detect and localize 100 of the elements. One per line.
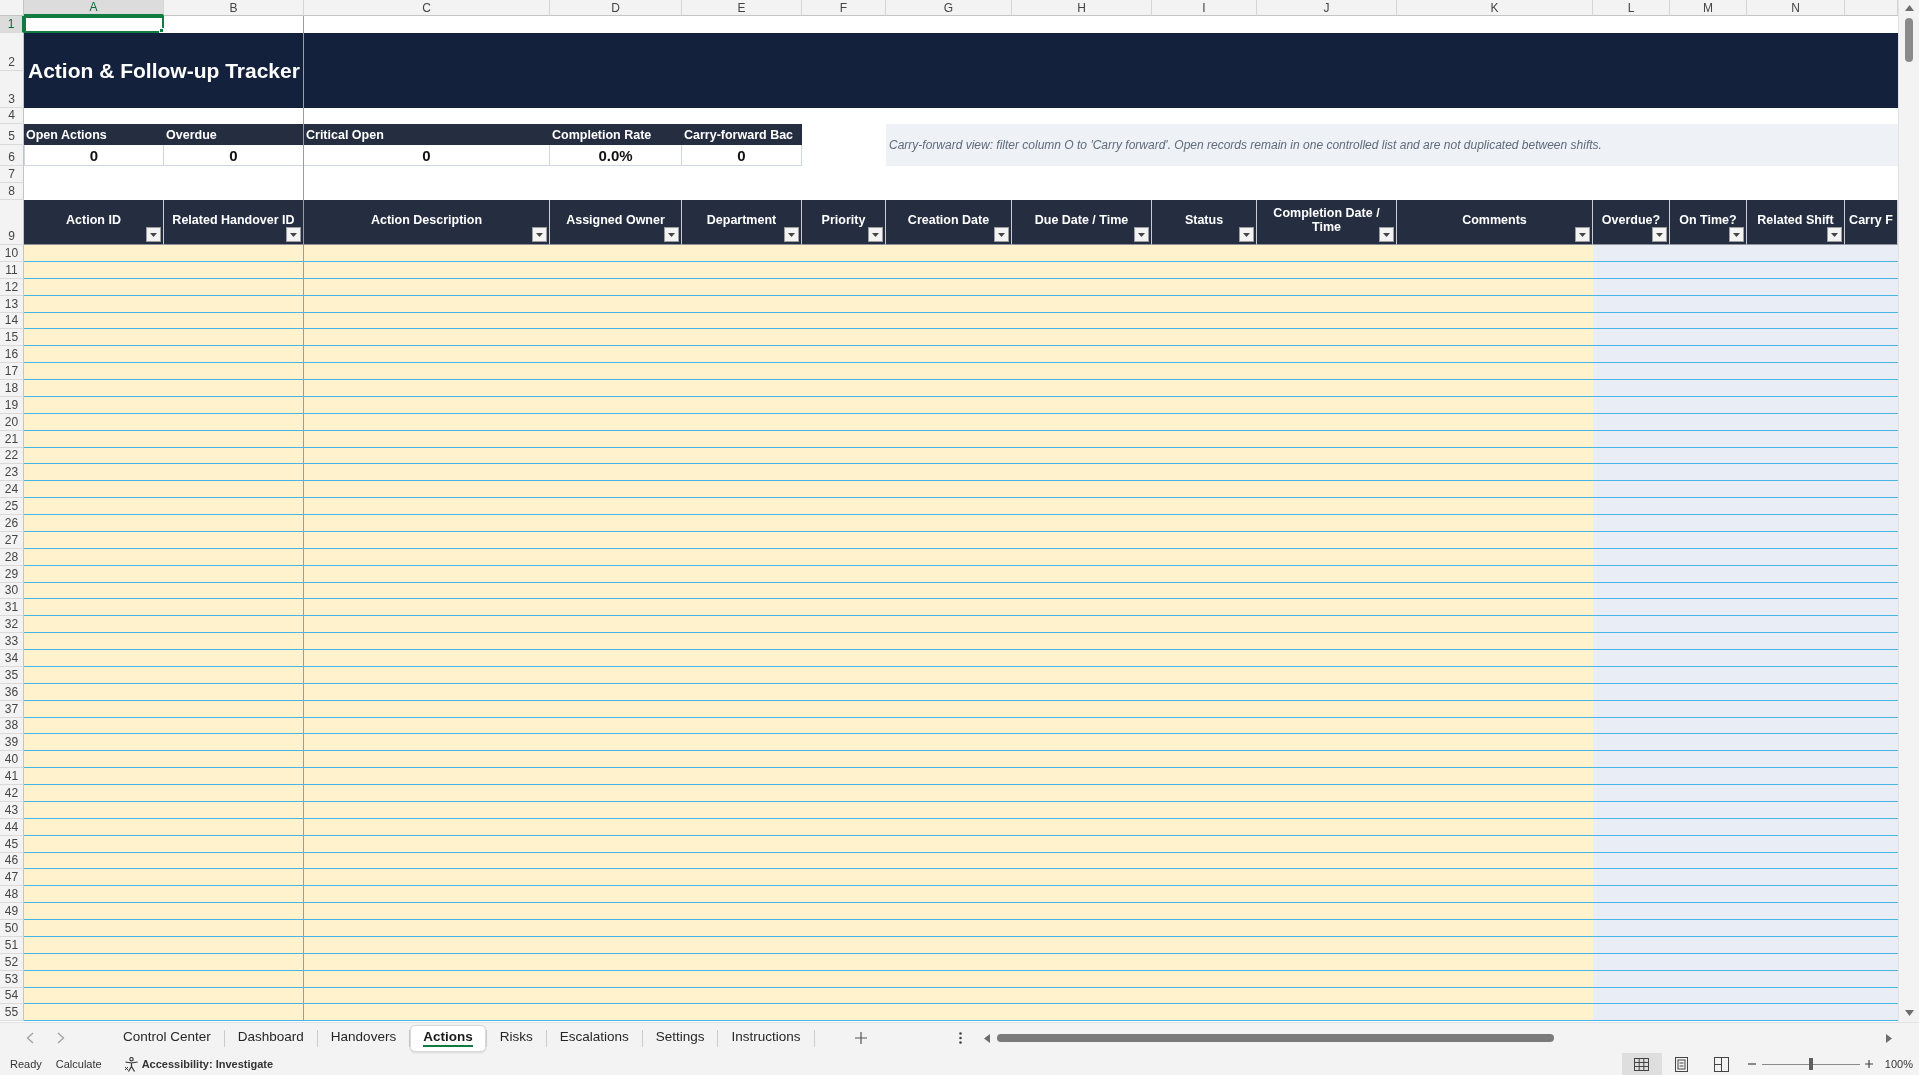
active-cell[interactable]: [24, 16, 164, 33]
row-header[interactable]: 41: [0, 768, 24, 785]
row-header[interactable]: 49: [0, 903, 24, 920]
row-header[interactable]: 23: [0, 464, 24, 482]
header-label: Carry F: [1849, 212, 1893, 227]
row-header[interactable]: 10: [0, 245, 24, 262]
kpi-label: Completion Rate: [550, 124, 682, 145]
row-header[interactable]: 32: [0, 616, 24, 634]
row-header[interactable]: 42: [0, 785, 24, 802]
sheet-tab[interactable]: Risks: [486, 1024, 546, 1052]
filter-button[interactable]: [1652, 227, 1667, 242]
scrollbar-thumb[interactable]: [1905, 18, 1913, 62]
caret-icon: [998, 232, 1005, 237]
header-label: Status: [1184, 212, 1224, 227]
row-header[interactable]: 17: [0, 363, 24, 380]
caret-icon: [872, 232, 879, 237]
column-header[interactable]: B: [164, 0, 304, 16]
view-button[interactable]: [1621, 1053, 1662, 1075]
row-header[interactable]: 1: [0, 16, 24, 33]
row-header[interactable]: 7: [0, 166, 24, 183]
sheet-tab[interactable]: Dashboard: [224, 1024, 317, 1052]
header-label: Related Shift: [1757, 212, 1834, 227]
filter-button[interactable]: [994, 227, 1009, 242]
sheet-tab[interactable]: Actions: [410, 1024, 486, 1052]
row-header[interactable]: 3: [0, 70, 24, 108]
sheet-title: Action & Follow-up Tracker: [28, 58, 300, 83]
row-header[interactable]: 39: [0, 734, 24, 752]
header-label: Priority: [821, 212, 866, 227]
header-label: Comments: [1462, 212, 1527, 227]
zoom-slider-thumb[interactable]: [1808, 1058, 1813, 1070]
filter-button[interactable]: [784, 227, 799, 242]
column-header[interactable]: K: [1397, 0, 1593, 16]
scrollbar-thumb[interactable]: [997, 1034, 1554, 1042]
vertical-scrollbar[interactable]: [1898, 0, 1919, 1022]
kpi-label: Open Actions: [24, 124, 164, 145]
filter-button[interactable]: [868, 227, 883, 242]
column-header[interactable]: G: [886, 0, 1012, 16]
row-header[interactable]: 26: [0, 515, 24, 532]
plus-icon[interactable]: [1864, 1060, 1873, 1068]
zoom-percent[interactable]: 100%: [1884, 1058, 1913, 1070]
filter-button[interactable]: [1729, 227, 1744, 242]
kpi-value: 0: [24, 145, 164, 166]
column-header[interactable]: H: [1012, 0, 1152, 16]
row-header[interactable]: 9: [0, 200, 24, 245]
row-header[interactable]: 33: [0, 633, 24, 650]
column-header[interactable]: L: [1593, 0, 1670, 16]
sheet-tab[interactable]: Instructions: [718, 1024, 814, 1052]
column-header[interactable]: I: [1152, 0, 1257, 16]
vertical-dots-icon[interactable]: [959, 1032, 962, 1044]
accessibility-button[interactable]: Accessibility: Investigate: [123, 1056, 274, 1072]
row-header[interactable]: 50: [0, 920, 24, 937]
header-label: Assigned Owner: [566, 212, 665, 227]
filter-button[interactable]: [532, 227, 547, 242]
filter-button[interactable]: [1379, 227, 1394, 242]
right-triangle-icon[interactable]: [1886, 1033, 1892, 1043]
row-header[interactable]: 4: [0, 108, 24, 124]
plus-icon[interactable]: [854, 1032, 867, 1044]
sheet-tab[interactable]: Settings: [642, 1024, 718, 1052]
minus-icon[interactable]: [1747, 1060, 1756, 1068]
column-header[interactable]: F: [802, 0, 886, 16]
down-triangle-icon[interactable]: [1904, 1010, 1914, 1016]
row-header[interactable]: 55: [0, 1004, 24, 1022]
column-header[interactable]: N: [1747, 0, 1845, 16]
calculate-button[interactable]: Calculate: [55, 1058, 102, 1070]
row-header[interactable]: 18: [0, 380, 24, 397]
row-header[interactable]: 15: [0, 329, 24, 347]
sheet-tab[interactable]: Handovers: [317, 1024, 410, 1052]
kpi-label: Overdue: [164, 124, 304, 145]
filter-button[interactable]: [286, 227, 301, 242]
column-header[interactable]: J: [1257, 0, 1397, 16]
row-header[interactable]: 5: [0, 124, 24, 145]
row-header[interactable]: 2: [0, 33, 24, 71]
filter-button[interactable]: [1575, 227, 1590, 242]
row-header[interactable]: 47: [0, 869, 24, 887]
caret-icon: [788, 232, 795, 237]
column-header[interactable]: A: [24, 0, 164, 16]
filter-button[interactable]: [146, 227, 161, 242]
row-header[interactable]: 8: [0, 183, 24, 200]
filter-button[interactable]: [664, 227, 679, 242]
column-header[interactable]: D: [550, 0, 682, 16]
row-header[interactable]: 40: [0, 751, 24, 769]
row-header[interactable]: 48: [0, 886, 24, 904]
filter-button[interactable]: [1239, 227, 1254, 242]
row-header[interactable]: 24: [0, 481, 24, 499]
column-header[interactable]: C: [304, 0, 550, 16]
up-triangle-icon[interactable]: [1904, 5, 1914, 11]
column-header[interactable]: E: [682, 0, 802, 16]
sheet-tab[interactable]: Control Center: [110, 1024, 224, 1052]
row-header[interactable]: 6: [0, 145, 24, 166]
sheet-tab[interactable]: Escalations: [546, 1024, 642, 1052]
row-header[interactable]: 25: [0, 498, 24, 515]
kpi-value: 0: [304, 145, 550, 166]
filter-button[interactable]: [1827, 227, 1842, 242]
left-triangle-icon[interactable]: [984, 1033, 990, 1043]
row-header[interactable]: 31: [0, 599, 24, 617]
grid-icon: [1634, 1057, 1650, 1071]
row-header[interactable]: 16: [0, 346, 24, 364]
filter-button[interactable]: [1134, 227, 1149, 242]
row-header[interactable]: 34: [0, 650, 24, 667]
column-header[interactable]: M: [1670, 0, 1747, 16]
